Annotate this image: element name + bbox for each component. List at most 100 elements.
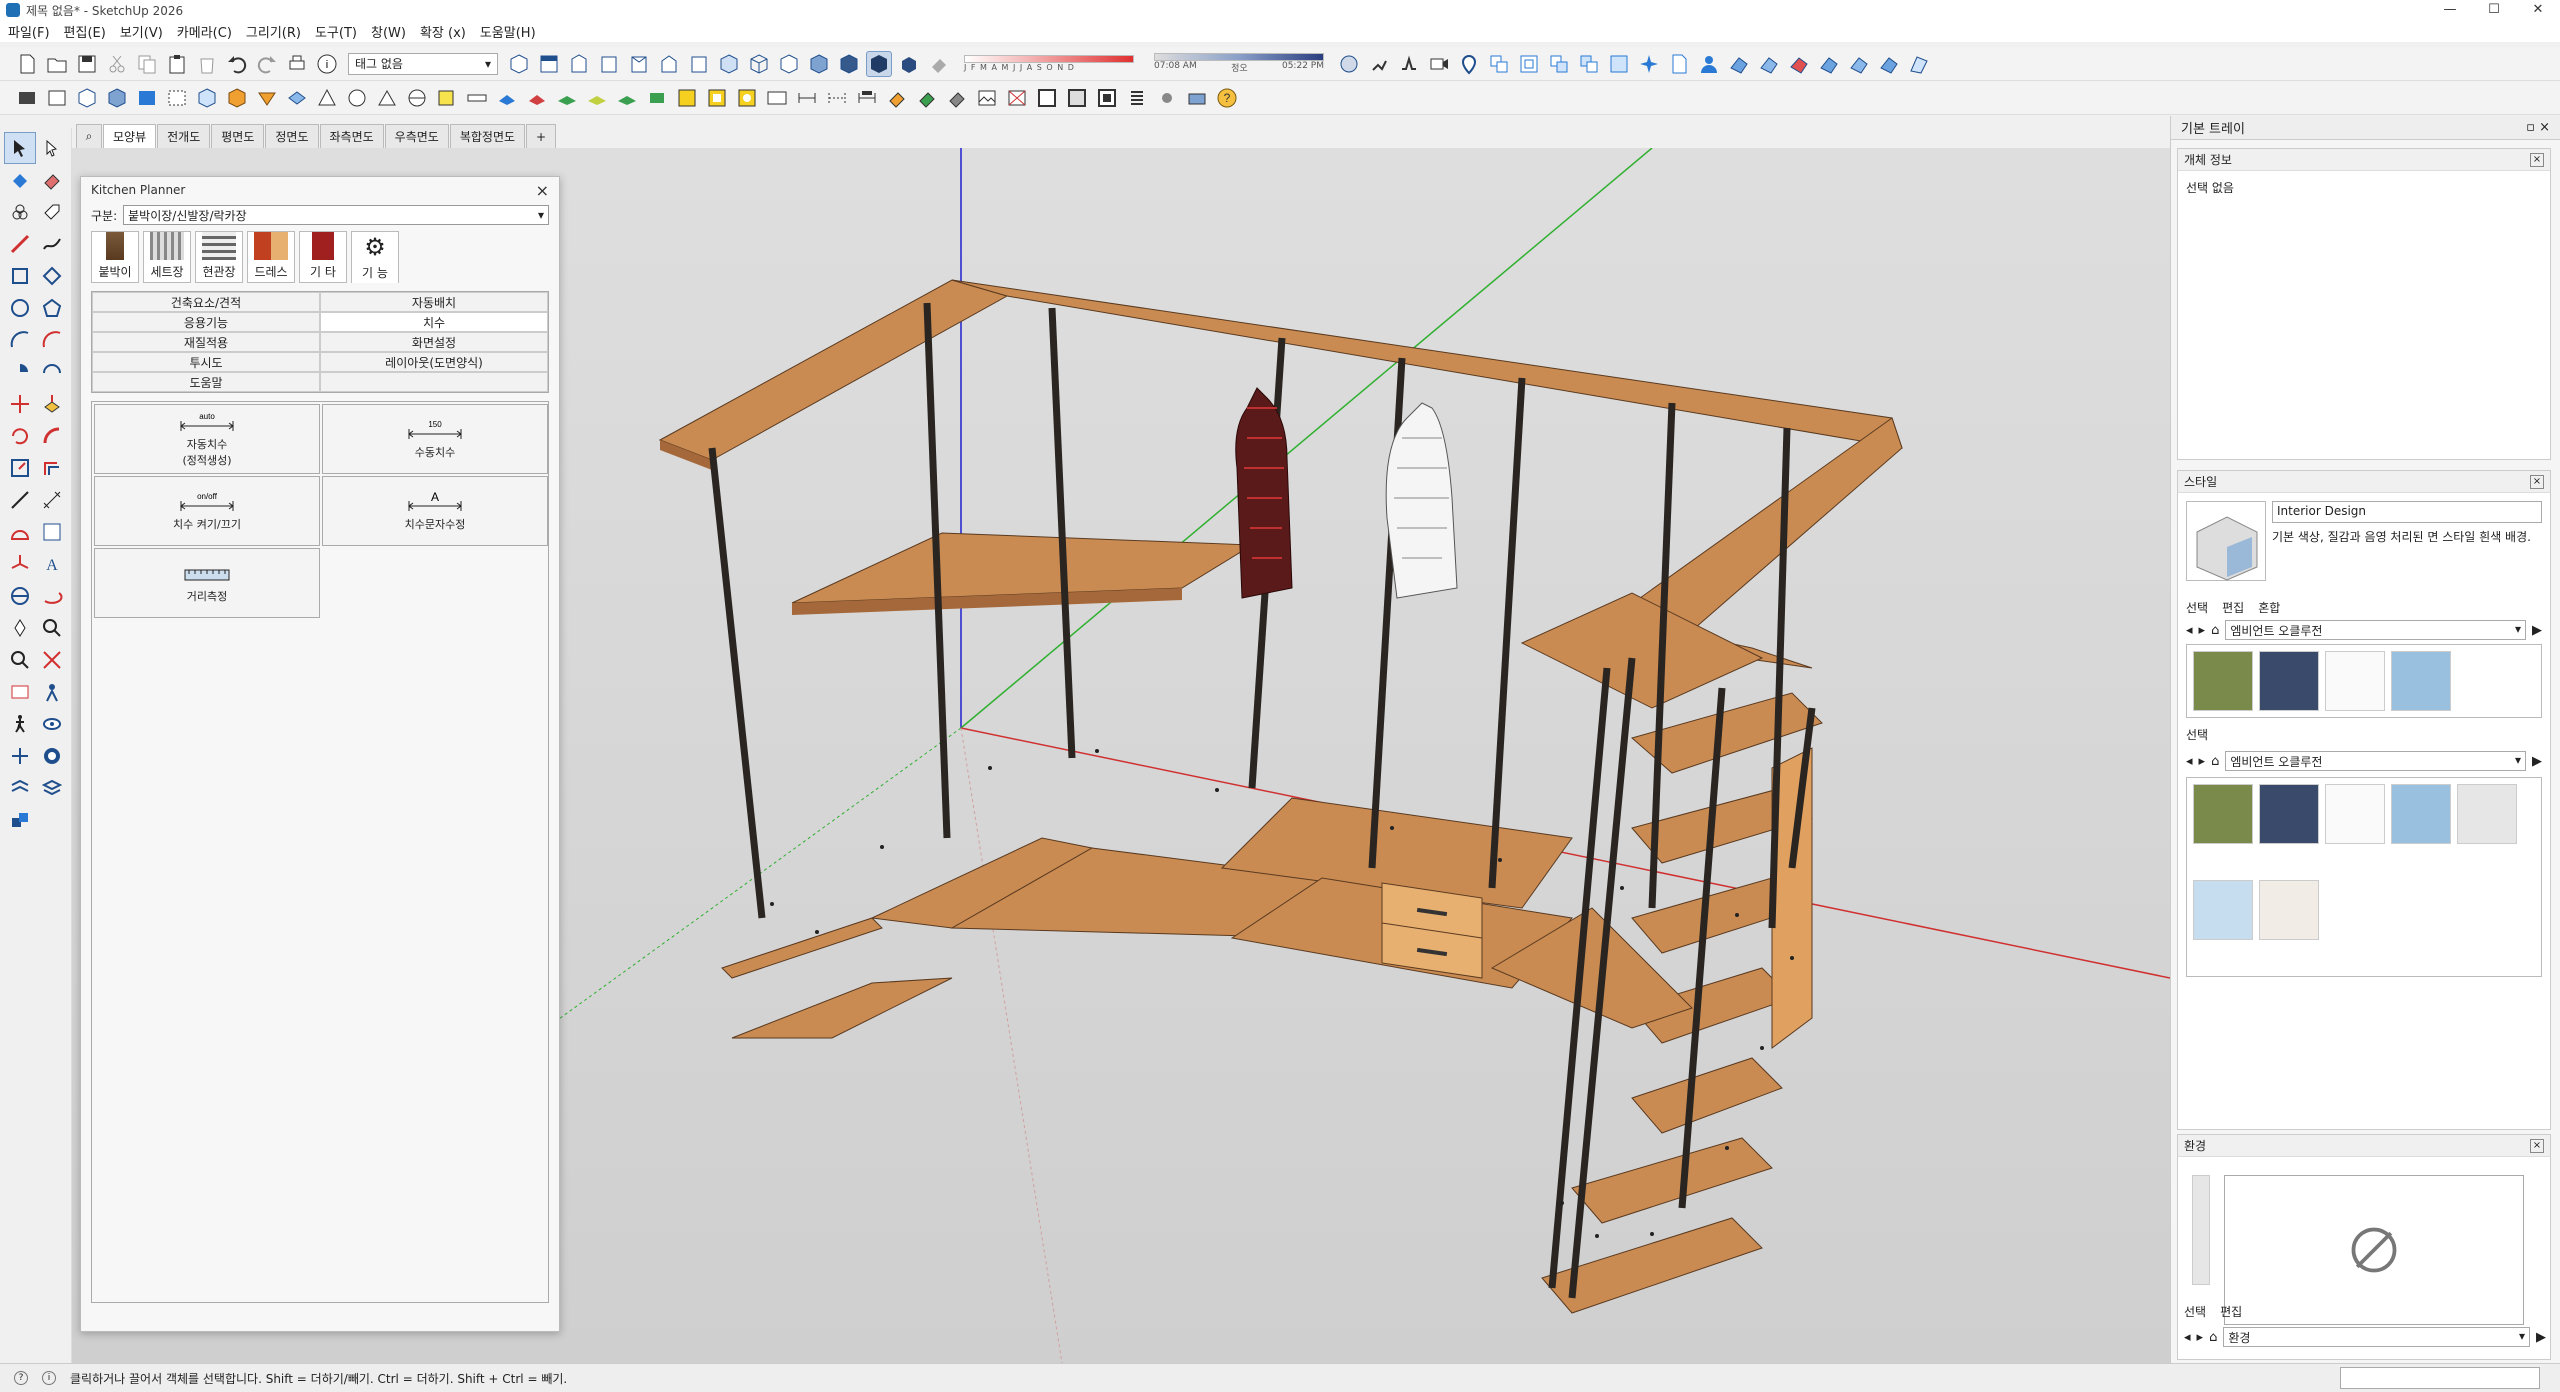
style-thumb-7[interactable]	[2325, 784, 2385, 844]
add-scene-tab[interactable]: +	[526, 124, 557, 148]
look-around-button[interactable]	[1426, 51, 1452, 77]
style-name[interactable]: Interior Design	[2272, 501, 2542, 523]
component-4-button[interactable]	[1576, 51, 1602, 77]
style-collection-select-2[interactable]: 엠비언트 오클루전 ▾	[2225, 751, 2526, 771]
tab-right[interactable]: 우측면도	[384, 124, 449, 148]
style-thumb-2[interactable]	[2259, 651, 2319, 711]
help-icon[interactable]: ?	[1214, 85, 1240, 111]
offset-tool-icon[interactable]	[36, 452, 68, 484]
tab-composite-front[interactable]: 복합정면도	[449, 124, 526, 148]
shaded-button[interactable]	[806, 51, 832, 77]
box-tool-1-button[interactable]	[44, 85, 70, 111]
image-2-button[interactable]	[1004, 85, 1030, 111]
paint-bucket-icon[interactable]	[4, 164, 36, 196]
bottom-view-button[interactable]	[686, 51, 712, 77]
shape-tool-10-button[interactable]	[584, 85, 610, 111]
menu-draw[interactable]: 그리기(R)	[246, 22, 301, 41]
style-tab-mix[interactable]: 혼합	[2258, 599, 2280, 616]
maximize-button[interactable]: ☐	[2472, 0, 2516, 20]
settings-tool-button[interactable]	[1154, 85, 1180, 111]
close-icon[interactable]: ×	[2530, 152, 2544, 167]
tag-select[interactable]: 태그 없음 ▾	[348, 52, 498, 75]
image-1-button[interactable]	[974, 85, 1000, 111]
shape-tool-8-button[interactable]	[524, 85, 550, 111]
entity-info-header[interactable]: 개체 정보 ×	[2178, 149, 2550, 171]
shadow-settings-icon[interactable]	[926, 51, 952, 77]
dim-tool-3-button[interactable]	[854, 85, 880, 111]
paint-3-button[interactable]	[944, 85, 970, 111]
component-2-button[interactable]	[1516, 51, 1542, 77]
menu-view[interactable]: 보기(V)	[120, 22, 163, 41]
shape-tool-5-button[interactable]	[434, 85, 460, 111]
environment-vslider[interactable]	[2192, 1175, 2210, 1285]
component-3-button[interactable]	[1546, 51, 1572, 77]
info-status-icon[interactable]: i	[42, 1371, 56, 1385]
back-icon[interactable]: ◂	[2186, 623, 2193, 638]
right-view-button[interactable]	[596, 51, 622, 77]
style-thumb-8[interactable]	[2391, 784, 2451, 844]
new-file-button[interactable]	[14, 51, 40, 77]
minimize-button[interactable]: —	[2428, 0, 2472, 20]
protractor-icon[interactable]	[4, 516, 36, 548]
close-button[interactable]: ✕	[2516, 0, 2560, 20]
box-tool-6-button[interactable]	[194, 85, 220, 111]
component-5-button[interactable]	[1606, 51, 1632, 77]
close-icon[interactable]: ×	[2530, 474, 2544, 489]
arc-tool-icon[interactable]	[4, 324, 36, 356]
sandbox-6-button[interactable]	[1876, 51, 1902, 77]
geo-status-icon[interactable]: ?	[14, 1371, 28, 1385]
style-thumb-10[interactable]	[2193, 880, 2253, 940]
auto-button[interactable]	[764, 85, 790, 111]
monochrome-button[interactable]	[866, 50, 892, 77]
menu-tools[interactable]: 도구(T)	[315, 22, 357, 41]
section-display-icon[interactable]	[36, 740, 68, 772]
box-tool-4-button[interactable]	[134, 85, 160, 111]
environment-header[interactable]: 환경 ×	[2178, 1135, 2550, 1157]
paint-2-button[interactable]	[914, 85, 940, 111]
dimension-toggle-button[interactable]: on/off 치수 켜기/끄기	[94, 476, 320, 546]
text-tool-icon[interactable]	[36, 516, 68, 548]
close-icon[interactable]: ×	[2530, 1138, 2544, 1153]
category-select[interactable]: 붙박이장/신발장/락카장 ▾	[123, 205, 549, 225]
tab-front[interactable]: 정면도	[265, 124, 319, 148]
list-button[interactable]	[1124, 85, 1150, 111]
box-tool-5-button[interactable]	[164, 85, 190, 111]
menu-help[interactable]: 도움말(H)	[480, 22, 536, 41]
menu-file[interactable]: 파일(F)	[8, 22, 50, 41]
shape-tool-12-button[interactable]	[644, 85, 670, 111]
close-icon[interactable]: ×	[536, 181, 549, 200]
forward-icon[interactable]: ▸	[2197, 1330, 2204, 1345]
sandbox-4-button[interactable]	[1816, 51, 1842, 77]
sparkle-button[interactable]	[1636, 51, 1662, 77]
box-tool-7-button[interactable]	[224, 85, 250, 111]
style-tab-select[interactable]: 선택	[2186, 599, 2208, 616]
forward-icon[interactable]: ▸	[2199, 623, 2206, 638]
menu-architecture[interactable]: 건축요소/견적	[92, 292, 320, 312]
environment-tab-select[interactable]: 선택	[2184, 1303, 2206, 1320]
dimension-text-edit-button[interactable]: A 치수문자수정	[322, 476, 548, 546]
tab-plan[interactable]: 평면도	[211, 124, 265, 148]
tape-measure-icon[interactable]	[4, 484, 36, 516]
style-thumb-11[interactable]	[2259, 880, 2319, 940]
camera-tool-button[interactable]	[1184, 85, 1210, 111]
select-tool-icon[interactable]	[4, 132, 36, 164]
menu-camera[interactable]: 카메라(C)	[177, 22, 232, 41]
undo-button[interactable]	[224, 51, 250, 77]
yellow-tool-3-button[interactable]	[734, 85, 760, 111]
category-entrance[interactable]: 현관장	[195, 231, 243, 283]
box-tool-2-button[interactable]	[74, 85, 100, 111]
shape-tool-9-button[interactable]	[554, 85, 580, 111]
menu-material[interactable]: 재질적용	[92, 332, 320, 352]
menu-perspective[interactable]: 투시도	[92, 352, 320, 372]
frame-2-button[interactable]	[1064, 85, 1090, 111]
back-view-button[interactable]	[626, 51, 652, 77]
menu-auto-place[interactable]: 자동배치	[320, 292, 548, 312]
eraser-icon[interactable]	[36, 164, 68, 196]
details-icon[interactable]: ▶	[2532, 754, 2542, 769]
top-view-button[interactable]	[536, 51, 562, 77]
box-tool-3-button[interactable]	[104, 85, 130, 111]
rotate-tool-icon[interactable]	[4, 420, 36, 452]
follow-me-tool-icon[interactable]	[36, 420, 68, 452]
styles-header[interactable]: 스타일 ×	[2178, 471, 2550, 493]
component-1-button[interactable]	[1486, 51, 1512, 77]
